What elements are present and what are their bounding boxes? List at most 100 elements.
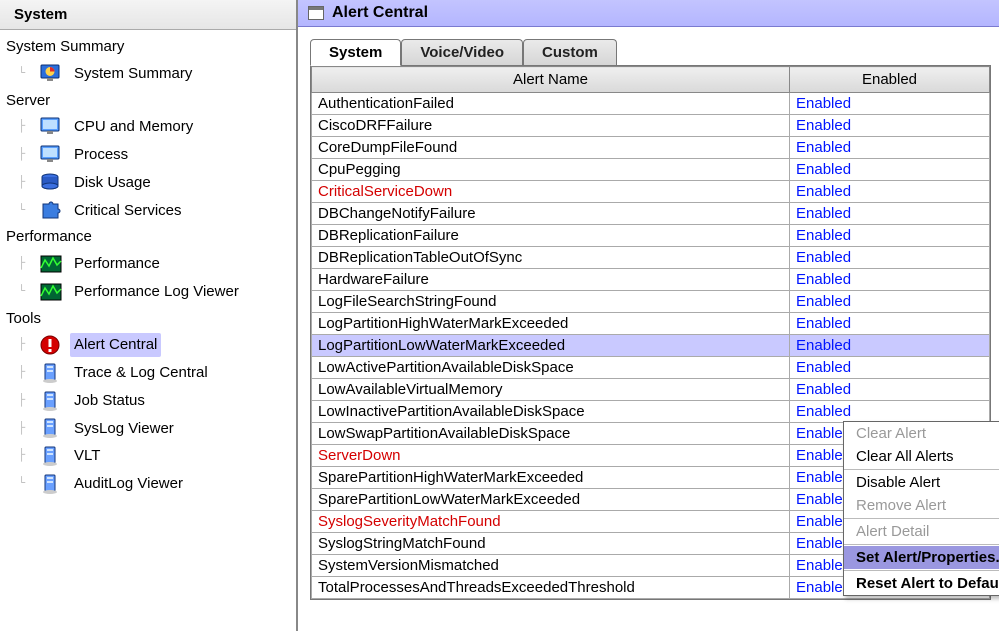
tree-item-job-status[interactable]: ├ Job Status bbox=[4, 387, 296, 415]
tree-branch-glyph: ├ bbox=[18, 447, 32, 464]
alert-name-cell[interactable]: LowActivePartitionAvailableDiskSpace bbox=[312, 357, 790, 379]
alert-name-cell[interactable]: LowAvailableVirtualMemory bbox=[312, 379, 790, 401]
alert-enabled-cell[interactable]: Enabled bbox=[790, 335, 990, 357]
alert-row[interactable]: LowAvailableVirtualMemoryEnabled bbox=[312, 379, 990, 401]
alert-enabled-cell[interactable]: Enabled bbox=[790, 203, 990, 225]
alert-enabled-cell[interactable]: Enabled bbox=[790, 181, 990, 203]
tab-custom[interactable]: Custom bbox=[523, 39, 617, 65]
tree-branch-glyph: └ bbox=[18, 475, 32, 492]
alert-row[interactable]: LogPartitionLowWaterMarkExceededEnabled bbox=[312, 335, 990, 357]
menu-item[interactable]: Reset Alert to Default Config bbox=[844, 572, 999, 595]
menu-item[interactable]: Set Alert/Properties... bbox=[844, 546, 999, 569]
tab-voice-video[interactable]: Voice/Video bbox=[401, 39, 523, 65]
alert-name-cell[interactable]: CpuPegging bbox=[312, 159, 790, 181]
tree-item-label: Job Status bbox=[70, 389, 149, 413]
tree-item-label: AuditLog Viewer bbox=[70, 472, 187, 496]
tree-group-label: Tools bbox=[4, 306, 296, 332]
alert-enabled-cell[interactable]: Enabled bbox=[790, 115, 990, 137]
alert-enabled-cell[interactable]: Enabled bbox=[790, 269, 990, 291]
alert-name-cell[interactable]: SystemVersionMismatched bbox=[312, 555, 790, 577]
window-icon bbox=[308, 6, 324, 20]
alert-name-cell[interactable]: SparePartitionLowWaterMarkExceeded bbox=[312, 489, 790, 511]
tree-item-cpu-memory[interactable]: ├ CPU and Memory bbox=[4, 113, 296, 141]
alert-row[interactable]: HardwareFailureEnabled bbox=[312, 269, 990, 291]
alert-enabled-cell[interactable]: Enabled bbox=[790, 159, 990, 181]
alert-name-cell[interactable]: CriticalServiceDown bbox=[312, 181, 790, 203]
alert-row[interactable]: DBChangeNotifyFailureEnabled bbox=[312, 203, 990, 225]
alert-name-cell[interactable]: LogFileSearchStringFound bbox=[312, 291, 790, 313]
alert-row[interactable]: CpuPeggingEnabled bbox=[312, 159, 990, 181]
alert-enabled-cell[interactable]: Enabled bbox=[790, 225, 990, 247]
alert-row[interactable]: LowActivePartitionAvailableDiskSpaceEnab… bbox=[312, 357, 990, 379]
tree-group-label: System Summary bbox=[4, 34, 296, 60]
menu-item[interactable]: Clear All Alerts bbox=[844, 445, 999, 468]
tree-item-vlt[interactable]: ├ VLT bbox=[4, 442, 296, 470]
tree-item-trace-log[interactable]: ├Trace & Log Central bbox=[4, 359, 296, 387]
alert-row[interactable]: LowInactivePartitionAvailableDiskSpaceEn… bbox=[312, 401, 990, 423]
alert-enabled-cell[interactable]: Enabled bbox=[790, 247, 990, 269]
server-icon bbox=[38, 473, 64, 495]
alert-row[interactable]: CoreDumpFileFoundEnabled bbox=[312, 137, 990, 159]
alert-enabled-cell[interactable]: Enabled bbox=[790, 291, 990, 313]
alert-name-cell[interactable]: LogPartitionHighWaterMarkExceeded bbox=[312, 313, 790, 335]
monitor-icon bbox=[38, 116, 64, 138]
alert-enabled-cell[interactable]: Enabled bbox=[790, 401, 990, 423]
perf-icon bbox=[38, 253, 64, 275]
tree-item-label: Process bbox=[70, 143, 132, 167]
tree-item-critical-services[interactable]: └Critical Services bbox=[4, 197, 296, 225]
alert-name-cell[interactable]: SyslogSeverityMatchFound bbox=[312, 511, 790, 533]
window-title: Alert Central bbox=[332, 4, 428, 22]
alert-name-cell[interactable]: SparePartitionHighWaterMarkExceeded bbox=[312, 467, 790, 489]
alert-enabled-cell[interactable]: Enabled bbox=[790, 379, 990, 401]
tree-item-auditlog-viewer[interactable]: └ AuditLog Viewer bbox=[4, 470, 296, 498]
menu-item[interactable]: Disable Alert bbox=[844, 471, 999, 494]
alert-row[interactable]: CiscoDRFFailureEnabled bbox=[312, 115, 990, 137]
alert-enabled-cell[interactable]: Enabled bbox=[790, 313, 990, 335]
tree-item-label: CPU and Memory bbox=[70, 115, 197, 139]
menu-item: Remove Alert bbox=[844, 494, 999, 517]
alert-name-cell[interactable]: LowSwapPartitionAvailableDiskSpace bbox=[312, 423, 790, 445]
alert-name-cell[interactable]: DBReplicationFailure bbox=[312, 225, 790, 247]
tree-item-syslog-viewer[interactable]: ├SysLog Viewer bbox=[4, 415, 296, 443]
tree-item-label: Critical Services bbox=[70, 199, 186, 223]
alert-enabled-cell[interactable]: Enabled bbox=[790, 137, 990, 159]
alert-name-cell[interactable]: DBReplicationTableOutOfSync bbox=[312, 247, 790, 269]
alert-row[interactable]: LogPartitionHighWaterMarkExceededEnabled bbox=[312, 313, 990, 335]
alert-enabled-cell[interactable]: Enabled bbox=[790, 93, 990, 115]
alert-name-cell[interactable]: CiscoDRFFailure bbox=[312, 115, 790, 137]
tree-item-performance[interactable]: ├Performance bbox=[4, 250, 296, 278]
tree-item-disk-usage[interactable]: ├Disk Usage bbox=[4, 169, 296, 197]
alert-row[interactable]: DBReplicationFailureEnabled bbox=[312, 225, 990, 247]
alert-name-cell[interactable]: ServerDown bbox=[312, 445, 790, 467]
alert-name-cell[interactable]: LogPartitionLowWaterMarkExceeded bbox=[312, 335, 790, 357]
column-header[interactable]: Enabled bbox=[790, 67, 990, 93]
nav-tree: System Summary└System SummaryServer├CPU … bbox=[0, 30, 296, 498]
alert-name-cell[interactable]: HardwareFailure bbox=[312, 269, 790, 291]
main-pane: Alert Central SystemVoice/VideoCustom Al… bbox=[298, 0, 999, 631]
alert-name-cell[interactable]: DBChangeNotifyFailure bbox=[312, 203, 790, 225]
alert-name-cell[interactable]: LowInactivePartitionAvailableDiskSpace bbox=[312, 401, 790, 423]
column-header[interactable]: Alert Name bbox=[312, 67, 790, 93]
server-icon bbox=[38, 445, 64, 467]
tree-item-performance-log[interactable]: └Performance Log Viewer bbox=[4, 278, 296, 306]
tree-item-alert-central[interactable]: ├Alert Central bbox=[4, 331, 296, 359]
alert-row[interactable]: CriticalServiceDownEnabled bbox=[312, 181, 990, 203]
tab-system[interactable]: System bbox=[310, 39, 401, 66]
alert-name-cell[interactable]: CoreDumpFileFound bbox=[312, 137, 790, 159]
alert-name-cell[interactable]: TotalProcessesAndThreadsExceededThreshol… bbox=[312, 577, 790, 599]
puzzle-icon bbox=[38, 199, 64, 221]
alert-row[interactable]: LogFileSearchStringFoundEnabled bbox=[312, 291, 990, 313]
tree-branch-glyph: ├ bbox=[18, 255, 32, 272]
alert-name-cell[interactable]: AuthenticationFailed bbox=[312, 93, 790, 115]
tree-item-system-summary[interactable]: └System Summary bbox=[4, 60, 296, 88]
context-menu: Clear AlertClear All AlertsDisable Alert… bbox=[843, 421, 999, 596]
tree-branch-glyph: ├ bbox=[18, 118, 32, 135]
alert-enabled-cell[interactable]: Enabled bbox=[790, 357, 990, 379]
alert-name-cell[interactable]: SyslogStringMatchFound bbox=[312, 533, 790, 555]
tree-item-label: VLT bbox=[70, 444, 104, 468]
tree-item-process[interactable]: ├Process bbox=[4, 141, 296, 169]
alert-row[interactable]: AuthenticationFailedEnabled bbox=[312, 93, 990, 115]
alert-row[interactable]: DBReplicationTableOutOfSyncEnabled bbox=[312, 247, 990, 269]
tree-branch-glyph: ├ bbox=[18, 392, 32, 409]
monitor-pie-icon bbox=[38, 63, 64, 85]
